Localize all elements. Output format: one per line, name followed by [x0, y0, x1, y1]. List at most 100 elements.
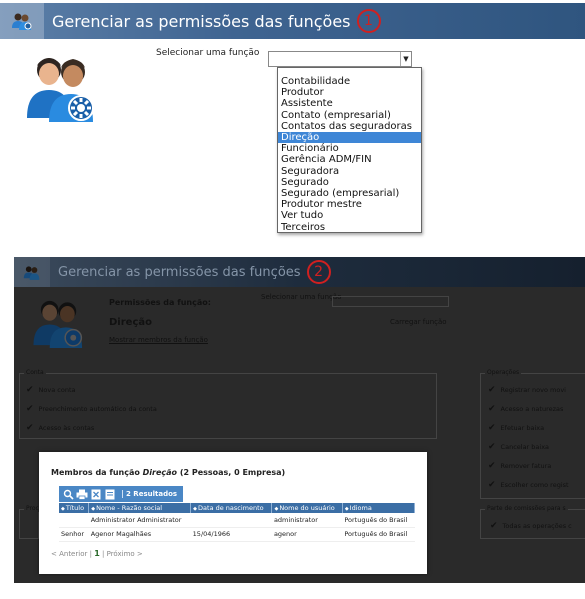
table-cell: 15/04/1966: [190, 527, 272, 542]
panel2-screenshot: Gerenciar as permissões das funções 2 Pe…: [14, 257, 585, 583]
column-header[interactable]: ◆Nome do usuário: [271, 503, 343, 513]
pager-separator: |: [89, 550, 92, 558]
role-option[interactable]: Contatos das seguradoras: [278, 121, 421, 132]
role-option[interactable]: Direção: [278, 132, 421, 144]
print-icon[interactable]: [76, 489, 88, 500]
checkbox-checked-icon[interactable]: ✔: [488, 461, 496, 471]
column-header[interactable]: ◆Título: [59, 503, 90, 513]
excel-icon[interactable]: [90, 489, 102, 500]
search-icon[interactable]: [62, 489, 74, 500]
table-cell: Senhor: [59, 527, 89, 542]
table-cell: Administrator Administrator: [88, 513, 191, 528]
pager-prev[interactable]: < Anterior: [51, 550, 87, 558]
checkbox-checked-icon[interactable]: ✔: [488, 442, 496, 452]
role-option[interactable]: Seguradora: [278, 166, 421, 177]
permission-check-row[interactable]: ✔ Efetuar baixa: [488, 423, 544, 433]
permission-check-row[interactable]: ✔ Escolher como regist: [488, 480, 569, 490]
check-label: Cancelar baixa: [500, 443, 550, 451]
checkbox-checked-icon[interactable]: ✔: [26, 404, 34, 414]
role-option[interactable]: Ver tudo: [278, 210, 421, 221]
pager: < Anterior | 1 | Próximo >: [51, 549, 143, 558]
role-dropdown-list: Contabilidade Produtor Assistente Contato (…: [277, 67, 422, 233]
check-label: Registrar novo movi: [500, 386, 566, 394]
role-option[interactable]: Produtor mestre: [278, 199, 421, 210]
sort-icon[interactable]: ◆: [345, 506, 349, 512]
checkbox-checked-icon[interactable]: ✔: [26, 385, 34, 395]
role-option[interactable]: Contabilidade: [278, 76, 421, 87]
table-cell: agenor: [271, 527, 343, 542]
check-label: Acesso às contas: [38, 424, 95, 432]
check-label: Acesso a naturezas: [500, 405, 564, 413]
table-cell: [59, 513, 89, 528]
table-row[interactable]: Administrator Administrator administrator…: [59, 513, 415, 528]
table-cell: Português do Brasil: [342, 513, 415, 528]
page-title: Gerenciar as permissões das funções: [52, 11, 351, 31]
modal-title-prefix: Membros da função: [51, 468, 143, 477]
permission-check-row[interactable]: ✔ Remover fatura: [488, 461, 551, 471]
commission-check-row[interactable]: ✔ Todas as operações c: [490, 521, 572, 531]
table-cell: administrator: [271, 513, 343, 528]
commission-legend: Parte de comissões para s: [485, 505, 568, 512]
checkbox-checked-icon[interactable]: ✔: [490, 521, 498, 531]
column-header-label: Nome do usuário: [279, 504, 335, 512]
sort-icon[interactable]: ◆: [91, 506, 95, 512]
gear-icon: [68, 95, 94, 121]
title-users-icon: [0, 3, 44, 39]
role-select[interactable]: ▼: [268, 51, 412, 67]
table-cell: Português do Brasil: [342, 527, 415, 542]
checkbox-checked-icon[interactable]: ✔: [488, 480, 496, 490]
pager-next[interactable]: Próximo >: [107, 550, 143, 558]
sort-icon[interactable]: ◆: [274, 506, 278, 512]
column-header[interactable]: ◆Nome - Razão social: [88, 503, 192, 513]
role-members-modal: Membros da função Direção (2 Pessoas, 0 …: [39, 452, 427, 574]
permission-check-row[interactable]: ✔ Nova conta: [26, 385, 75, 395]
role-option[interactable]: Gerência ADM/FIN: [278, 154, 421, 165]
table-cell: Agenor Magalhães: [88, 527, 191, 542]
show-members-link[interactable]: Mostrar membros da função: [109, 336, 208, 344]
step-badge-1: 1: [356, 9, 381, 33]
checkbox-checked-icon[interactable]: ✔: [488, 385, 496, 395]
checkbox-checked-icon[interactable]: ✔: [488, 404, 496, 414]
result-count: 2 Resultados: [122, 490, 177, 498]
load-role-link[interactable]: Carregar função: [390, 318, 447, 326]
sort-icon[interactable]: ◆: [193, 506, 197, 512]
dropdown-arrow-icon[interactable]: ▼: [400, 52, 411, 66]
step-badge-2: 2: [306, 260, 331, 284]
permission-check-row[interactable]: ✔ Acesso a naturezas: [488, 404, 563, 414]
members-grid: ◆Título ◆Nome - Razão social ◆Data de nasc…: [59, 503, 416, 542]
table-cell: [190, 513, 272, 528]
permission-check-row[interactable]: ✔ Preenchimento automático da conta: [26, 404, 157, 414]
check-label: Todas as operações c: [502, 522, 572, 530]
grid-toolbar: 2 Resultados: [59, 486, 183, 502]
role-option[interactable]: Assistente: [278, 98, 421, 109]
select-role-label: Selecionar uma função: [156, 48, 260, 58]
role-option[interactable]: Terceiros: [278, 222, 421, 233]
users-group-icon: [25, 52, 101, 128]
role-option[interactable]: Produtor: [278, 87, 421, 98]
role-option[interactable]: Funcionário: [278, 143, 421, 154]
check-label: Efetuar baixa: [500, 424, 545, 432]
role-name-heading: Direção: [109, 317, 152, 328]
pdf-icon[interactable]: [104, 489, 116, 500]
role-select[interactable]: [332, 296, 449, 307]
role-option[interactable]: Contato (empresarial): [278, 110, 421, 121]
checkbox-checked-icon[interactable]: ✔: [26, 423, 34, 433]
role-permissions-label: Permissões da função:: [109, 298, 211, 307]
panel2-page-title: Gerenciar as permissões das funções: [58, 264, 301, 280]
column-header[interactable]: ◆Idioma: [342, 503, 416, 513]
role-option[interactable]: Segurado: [278, 177, 421, 188]
column-header[interactable]: ◆Data de nascimento: [190, 503, 273, 513]
permission-check-row[interactable]: ✔ Registrar novo movi: [488, 385, 566, 395]
panel2-titlebar: Gerenciar as permissões das funções 2: [14, 257, 585, 287]
column-header-label: Idioma: [349, 504, 372, 512]
check-label: Nova conta: [38, 386, 76, 394]
column-header-label: Data de nascimento: [198, 504, 264, 512]
checkbox-checked-icon[interactable]: ✔: [488, 423, 496, 433]
permission-check-row[interactable]: ✔ Acesso às contas: [26, 423, 94, 433]
permission-check-row[interactable]: ✔ Cancelar baixa: [488, 442, 549, 452]
check-label: Remover fatura: [500, 462, 552, 470]
table-row[interactable]: Senhor Agenor Magalhães 15/04/1966 agenor Po…: [59, 527, 415, 542]
role-option[interactable]: Segurado (empresarial): [278, 188, 421, 199]
sort-icon[interactable]: ◆: [61, 506, 65, 512]
pager-separator: |: [102, 550, 105, 558]
